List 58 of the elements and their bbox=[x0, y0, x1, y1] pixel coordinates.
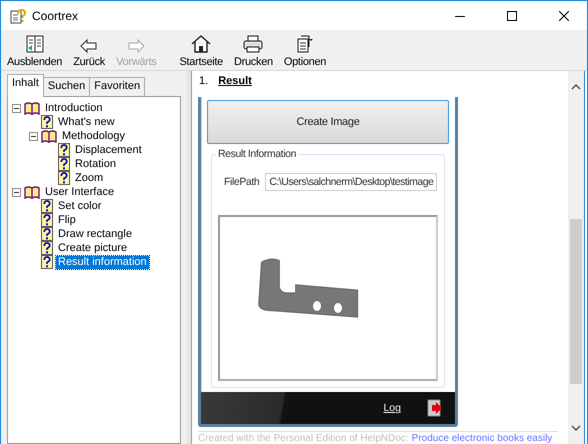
help-page-icon bbox=[58, 143, 70, 157]
footer-link[interactable]: Produce electronic books easily bbox=[412, 433, 552, 444]
scrollbar[interactable] bbox=[568, 71, 585, 444]
book-icon bbox=[24, 186, 40, 198]
home-icon bbox=[191, 35, 212, 53]
collapse-icon[interactable] bbox=[12, 188, 21, 196]
tab[interactable]: Favoriten bbox=[89, 77, 146, 97]
footer-text: Created with the Personal Edition of HelpNDoc: bbox=[198, 433, 409, 444]
help-icon bbox=[10, 8, 26, 24]
maximize-icon bbox=[507, 10, 517, 20]
section-heading[interactable]: Result bbox=[218, 75, 252, 91]
help-page-icon bbox=[41, 255, 53, 269]
tree-item[interactable]: What's new bbox=[56, 116, 117, 128]
file-path-field[interactable]: C:\Users\salchnerm\Desktop\testimage bbox=[265, 172, 438, 191]
tree-item[interactable]: Flip bbox=[56, 214, 78, 226]
tree-item[interactable]: Displacement bbox=[73, 144, 144, 156]
panel-icon bbox=[26, 35, 44, 53]
toolbar-button[interactable]: Startseite bbox=[176, 30, 227, 70]
scroll-thumb[interactable] bbox=[570, 219, 582, 384]
options-icon bbox=[296, 35, 314, 53]
printer-icon bbox=[243, 35, 264, 53]
toolbar-button[interactable]: Zurück bbox=[69, 30, 110, 70]
window-title: Coortrex bbox=[32, 8, 78, 22]
help-page-icon bbox=[41, 241, 53, 255]
log-link[interactable]: Log bbox=[383, 402, 401, 414]
tree-item[interactable]: Rotation bbox=[73, 158, 118, 170]
tree-item[interactable]: Draw rectangle bbox=[56, 228, 134, 240]
tree-item[interactable]: Zoom bbox=[73, 172, 106, 184]
help-page-icon bbox=[41, 227, 53, 241]
collapse-icon[interactable] bbox=[29, 132, 38, 140]
close-icon bbox=[559, 10, 569, 20]
group-title: Result Information bbox=[216, 148, 298, 160]
tree-item[interactable]: Set color bbox=[56, 200, 104, 212]
help-page-icon bbox=[58, 157, 70, 171]
forward-arrow-icon bbox=[127, 39, 146, 53]
toolbar-button[interactable]: Drucken bbox=[230, 30, 277, 70]
tree-item[interactable]: Result information bbox=[56, 256, 149, 268]
tab[interactable]: Inhalt bbox=[7, 74, 44, 97]
help-page-icon bbox=[41, 115, 53, 129]
tree-item[interactable]: Methodology bbox=[60, 130, 127, 142]
toolbar-button[interactable]: Ausblenden bbox=[3, 30, 66, 70]
help-page-icon bbox=[41, 199, 53, 213]
tree-item[interactable]: User Interface bbox=[43, 186, 116, 198]
exit-icon[interactable] bbox=[427, 399, 443, 418]
help-page-icon bbox=[58, 171, 70, 185]
collapse-icon[interactable] bbox=[12, 104, 21, 112]
field-label: FilePath bbox=[224, 176, 260, 188]
create-image-button[interactable]: Create Image bbox=[207, 100, 449, 144]
toolbar-button[interactable]: Optionen bbox=[280, 30, 330, 70]
book-icon bbox=[41, 130, 57, 142]
section-number: 1. bbox=[199, 75, 208, 89]
tree-item[interactable]: Create picture bbox=[56, 242, 130, 254]
help-page-icon bbox=[41, 213, 53, 227]
scroll-down-icon[interactable] bbox=[571, 424, 581, 432]
tree-item[interactable]: Introduction bbox=[43, 102, 104, 114]
scroll-up-icon[interactable] bbox=[571, 83, 581, 91]
book-icon bbox=[24, 102, 40, 114]
back-arrow-icon bbox=[80, 39, 98, 53]
